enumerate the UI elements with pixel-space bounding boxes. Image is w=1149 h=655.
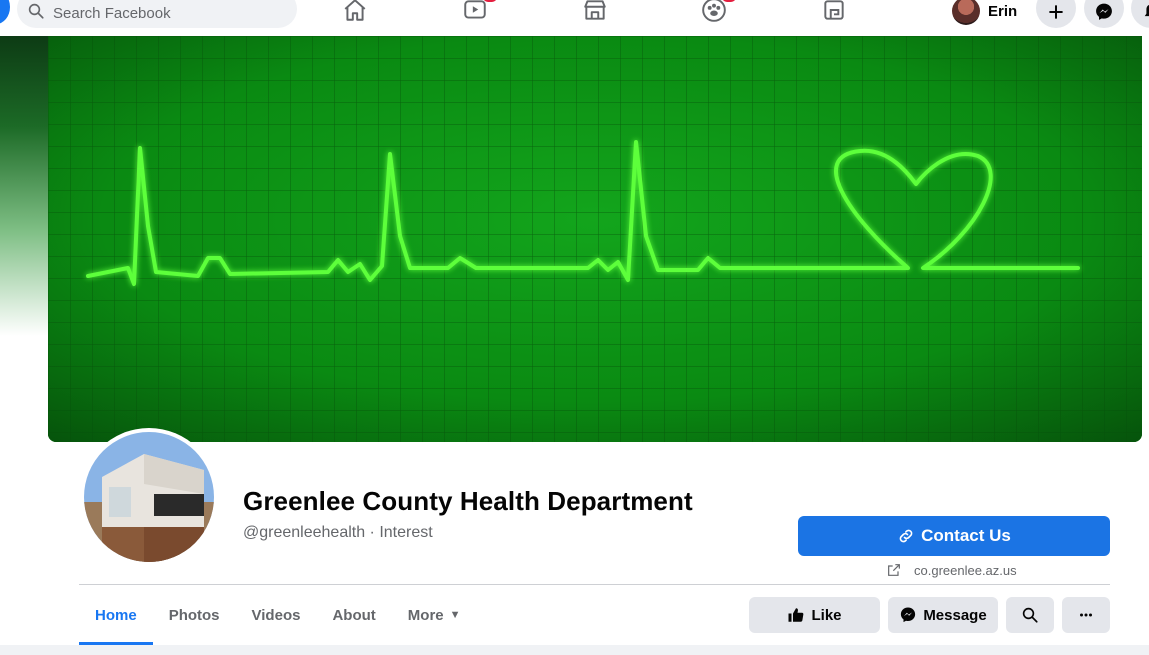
- link-icon: [899, 529, 913, 543]
- messenger-button[interactable]: [1084, 0, 1124, 28]
- caret-down-icon: ▼: [449, 609, 461, 621]
- top-navigation-bar: Search Facebook Erin: [0, 0, 1149, 36]
- website-link[interactable]: co.greenlee.az.us: [886, 560, 1017, 580]
- search-placeholder: Search Facebook: [53, 4, 171, 22]
- like-label: Like: [811, 606, 842, 624]
- contact-us-label: Contact Us: [921, 526, 1011, 545]
- search-page-button[interactable]: [1006, 597, 1054, 633]
- tab-photos[interactable]: Photos: [153, 585, 236, 645]
- page-tabs: Home Photos Videos About More ▼: [79, 585, 477, 645]
- tab-home[interactable]: Home: [79, 585, 153, 645]
- thumbs-up-icon: [788, 608, 804, 622]
- notifications-button[interactable]: [1131, 0, 1149, 28]
- page-profile-picture[interactable]: [80, 428, 218, 566]
- groups-icon[interactable]: [698, 0, 736, 26]
- user-name: Erin: [988, 2, 1018, 20]
- create-button[interactable]: [1036, 0, 1076, 28]
- feed-background: [0, 645, 1149, 655]
- marketplace-icon[interactable]: [579, 0, 611, 26]
- home-icon[interactable]: [339, 0, 371, 26]
- more-options-button[interactable]: [1062, 597, 1110, 633]
- ellipsis-icon: [1080, 613, 1092, 617]
- profile-chip[interactable]: Erin: [952, 0, 1017, 26]
- search-input[interactable]: Search Facebook: [17, 0, 297, 28]
- tab-more[interactable]: More ▼: [392, 585, 477, 645]
- messenger-icon: [1096, 3, 1112, 20]
- cover-photo[interactable]: [48, 36, 1142, 442]
- contact-us-button[interactable]: Contact Us: [798, 516, 1110, 556]
- message-button[interactable]: Message: [888, 597, 998, 633]
- background-gradient: [0, 36, 48, 336]
- facebook-logo-icon[interactable]: [0, 0, 10, 24]
- messenger-icon: [901, 607, 916, 623]
- like-button[interactable]: Like: [749, 597, 880, 633]
- search-icon: [1022, 607, 1038, 623]
- avatar: [952, 0, 980, 25]
- message-label: Message: [923, 606, 987, 624]
- watch-icon[interactable]: [459, 0, 497, 26]
- tab-about[interactable]: About: [316, 585, 391, 645]
- bell-icon: [1144, 4, 1149, 17]
- gaming-icon[interactable]: [818, 0, 850, 26]
- external-link-icon: [888, 564, 900, 576]
- search-icon: [27, 2, 45, 25]
- page-title: Greenlee County Health Department: [243, 486, 693, 516]
- tab-videos[interactable]: Videos: [236, 585, 317, 645]
- page-handle-category: @greenleehealth · Interest: [243, 524, 433, 541]
- website-url: co.greenlee.az.us: [914, 562, 1017, 578]
- plus-icon: [1049, 5, 1063, 19]
